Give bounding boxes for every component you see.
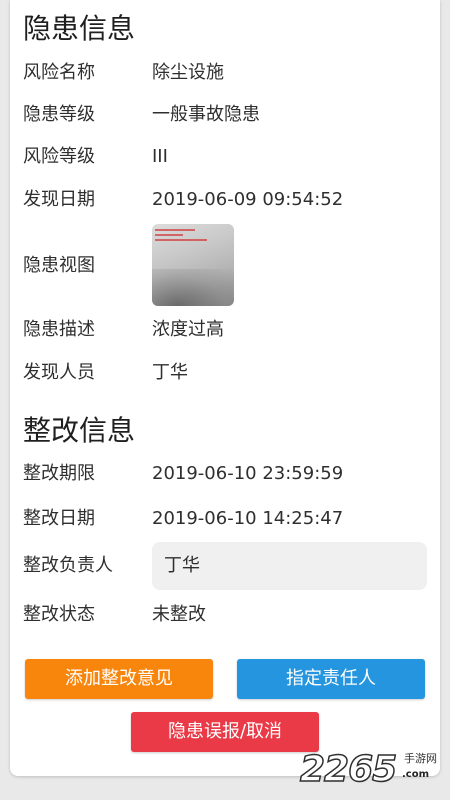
add-rectify-opinion-button[interactable]: 添加整改意见 [25,659,213,699]
hazard-info-title: 隐患信息 [23,12,136,45]
found-by-value: 丁华 [152,362,188,383]
rectify-date-label: 整改日期 [23,508,95,529]
rectify-info-title: 整改信息 [23,414,136,447]
assignee-field[interactable]: 丁华 [152,542,427,590]
site-watermark: 2265 手游网 .com [299,748,450,792]
description-value: 浓度过高 [152,319,224,340]
photo-annotation-line [155,239,207,241]
rectify-date-value: 2019-06-10 14:25:47 [152,508,344,529]
deadline-value: 2019-06-10 23:59:59 [152,463,344,484]
description-label: 隐患描述 [23,319,95,340]
false-report-cancel-button[interactable]: 隐患误报/取消 [131,712,319,752]
assignee-label: 整改负责人 [23,555,113,576]
deadline-label: 整改期限 [23,463,95,484]
watermark-logo: 2265 [299,748,398,791]
hazard-photo-thumbnail[interactable] [152,224,234,306]
hazard-level-value: 一般事故隐患 [152,104,260,125]
watermark-subtitle: 手游网 [404,752,437,765]
hazard-image-label: 隐患视图 [23,255,95,276]
photo-annotation-line [155,229,195,231]
found-date-value: 2019-06-09 09:54:52 [152,189,344,210]
hazard-detail-card: 隐患信息 风险名称 除尘设施 隐患等级 一般事故隐患 风险等级 III 发现日期… [10,0,440,776]
risk-level-label: 风险等级 [23,146,95,167]
status-value: 未整改 [152,604,206,625]
found-date-label: 发现日期 [23,189,95,210]
assign-responsible-button[interactable]: 指定责任人 [237,659,425,699]
photo-shadow [152,269,234,306]
risk-level-value: III [152,146,168,167]
status-label: 整改状态 [23,604,95,625]
risk-name-value: 除尘设施 [152,62,224,83]
photo-annotation-line [155,234,183,236]
hazard-level-label: 隐患等级 [23,104,95,125]
found-by-label: 发现人员 [23,362,95,383]
watermark-url: .com [402,769,430,780]
risk-name-label: 风险名称 [23,62,95,83]
